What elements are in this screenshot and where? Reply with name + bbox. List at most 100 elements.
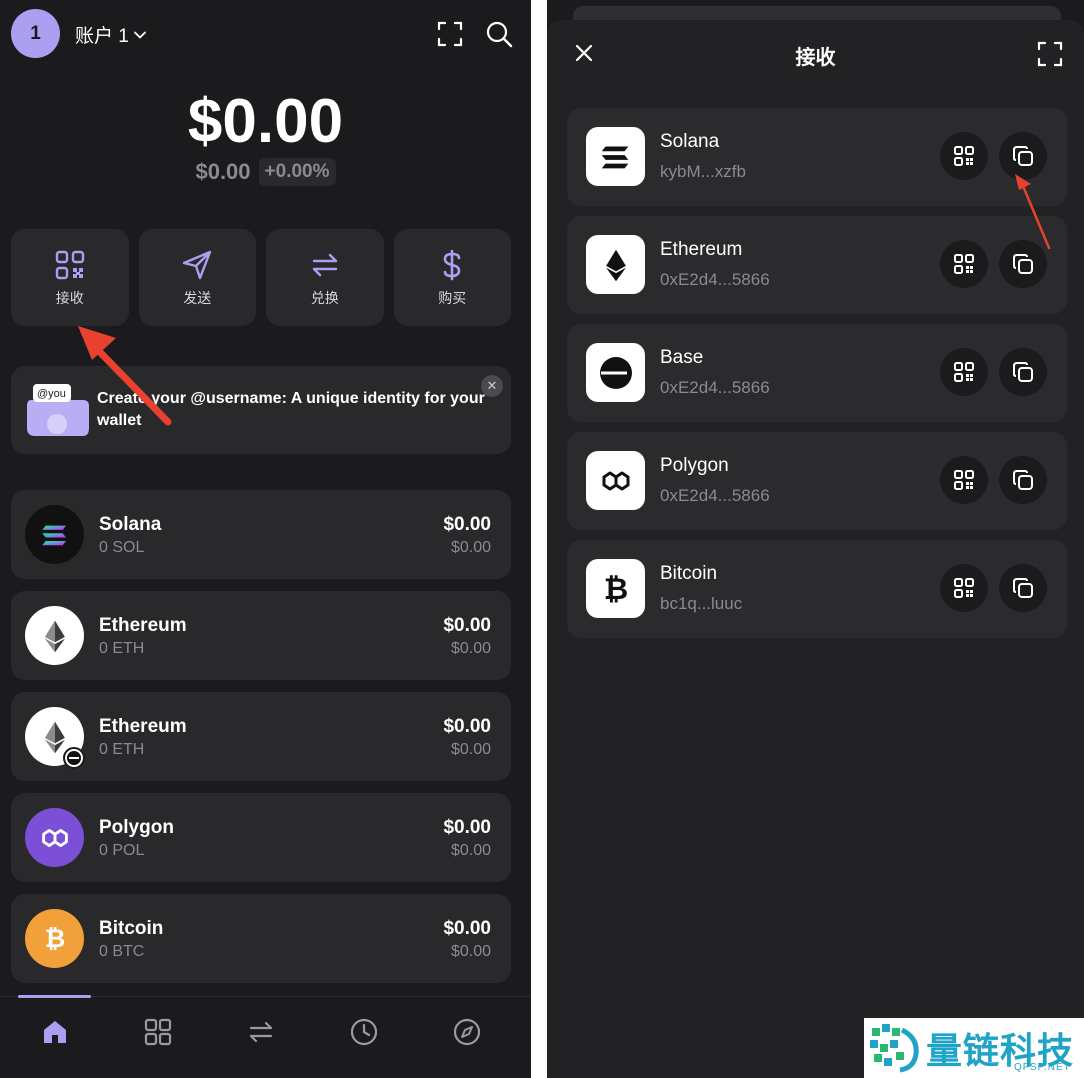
- svg-text:₿: ₿: [603, 572, 627, 607]
- banner-text: Create your @username: A unique identity…: [97, 390, 485, 429]
- send-label: 发送: [183, 289, 212, 306]
- base-icon: [586, 343, 645, 402]
- bottom-nav: [0, 995, 531, 1078]
- token-name: Polygon: [99, 817, 174, 838]
- copy-address-button[interactable]: [999, 132, 1047, 180]
- qr-icon: [954, 146, 974, 166]
- chain-name: Bitcoin: [660, 563, 718, 584]
- bitcoin-icon: ₿: [25, 909, 84, 968]
- copy-address-button[interactable]: [999, 240, 1047, 288]
- chain-name: Solana: [660, 131, 720, 152]
- token-value-sub: $0.00: [450, 640, 491, 657]
- page-title: 接收: [795, 47, 836, 69]
- receive-label: 接收: [55, 289, 84, 306]
- token-value-sub: $0.00: [450, 741, 491, 758]
- home-icon[interactable]: [40, 1017, 70, 1047]
- copy-icon: [1013, 578, 1033, 598]
- send-button[interactable]: 发送: [138, 229, 256, 326]
- balance-summary: $0.00 +0.00%: [0, 158, 531, 186]
- token-amount: 0 POL: [99, 842, 145, 859]
- wallet-header: 1 账户 1: [0, 0, 531, 70]
- token-name: Ethereum: [99, 615, 187, 636]
- swap-icon[interactable]: [246, 1017, 276, 1047]
- account-avatar[interactable]: 1: [11, 9, 60, 58]
- solana-icon: [586, 127, 645, 186]
- chain-name: Ethereum: [660, 239, 743, 260]
- token-list: Solana 0 SOL $0.00 $0.00 Ethereum 0 ETH …: [11, 490, 511, 995]
- dollar-icon: [443, 249, 461, 280]
- grid-icon[interactable]: [143, 1017, 173, 1047]
- show-qr-button[interactable]: [940, 348, 988, 396]
- compass-icon[interactable]: [452, 1017, 482, 1047]
- token-value: $0.00: [443, 716, 491, 737]
- copy-address-button[interactable]: [999, 348, 1047, 396]
- close-icon[interactable]: ✕: [481, 375, 503, 397]
- chain-name: Base: [660, 347, 704, 368]
- copy-icon: [1013, 254, 1033, 274]
- ethereum-icon: [25, 606, 84, 665]
- token-row-polygon[interactable]: Polygon 0 POL $0.00 $0.00: [11, 793, 511, 882]
- balance-change-badge: +0.00%: [258, 158, 336, 186]
- send-icon: [183, 250, 212, 279]
- token-row-ethereum-base[interactable]: Ethereum 0 ETH $0.00 $0.00: [11, 692, 511, 781]
- expand-icon[interactable]: [1036, 40, 1064, 68]
- quick-actions: 接收 发送 兑换 购买: [11, 229, 511, 326]
- bitcoin-icon: ₿: [586, 559, 645, 618]
- token-row-ethereum[interactable]: Ethereum 0 ETH $0.00 $0.00: [11, 591, 511, 680]
- qr-icon: [954, 254, 974, 274]
- swap-button[interactable]: 兑换: [266, 229, 384, 326]
- token-value-sub: $0.00: [450, 539, 491, 556]
- search-icon[interactable]: [485, 20, 513, 48]
- copy-icon: [1013, 362, 1033, 382]
- chain-address: kybM...xzfb: [660, 162, 746, 181]
- chain-address: 0xE2d4...5866: [660, 378, 770, 397]
- show-qr-button[interactable]: [940, 564, 988, 612]
- watermark-mark-icon: [870, 1024, 919, 1073]
- token-value: $0.00: [443, 514, 491, 535]
- screenshot-stage: 1 账户 1 $0.00 $0.00 +0.00% 接收 发送 兑换 购买 @y…: [0, 0, 1084, 1078]
- receive-screen: 接收 Solana kybM...xzfb Ethereum 0xE2d4...…: [547, 0, 1084, 1078]
- base-network-badge-icon: [63, 747, 85, 769]
- account-switcher[interactable]: 账户 1: [75, 21, 147, 48]
- chain-name: Polygon: [660, 455, 729, 476]
- qr-icon: [954, 362, 974, 382]
- token-amount: 0 SOL: [99, 539, 145, 556]
- token-value: $0.00: [443, 817, 491, 838]
- total-balance: $0.00: [187, 87, 344, 156]
- token-name: Bitcoin: [99, 918, 164, 939]
- receive-row-ethereum: Ethereum 0xE2d4...5866: [567, 216, 1067, 314]
- history-icon[interactable]: [349, 1017, 379, 1047]
- username-promo-banner[interactable]: @you Create your @username: A unique ide…: [11, 366, 511, 454]
- chain-address: bc1q...luuc: [660, 594, 743, 613]
- copy-icon: [1013, 470, 1033, 490]
- qr-icon: [954, 578, 974, 598]
- chain-address: 0xE2d4...5866: [660, 486, 770, 505]
- chevron-down-icon: [133, 31, 146, 38]
- token-amount: 0 ETH: [99, 741, 145, 758]
- show-qr-button[interactable]: [940, 456, 988, 504]
- account-label: 账户 1: [75, 26, 129, 47]
- token-amount: 0 ETH: [99, 640, 145, 657]
- show-qr-button[interactable]: [940, 240, 988, 288]
- receive-button[interactable]: 接收: [11, 229, 129, 326]
- svg-text:₿: ₿: [44, 924, 65, 953]
- ethereum-icon: [586, 235, 645, 294]
- token-value-sub: $0.00: [450, 842, 491, 859]
- copy-address-button[interactable]: [999, 456, 1047, 504]
- token-value-sub: $0.00: [450, 943, 491, 960]
- token-name: Ethereum: [99, 716, 187, 737]
- buy-button[interactable]: 购买: [393, 229, 511, 326]
- token-value: $0.00: [443, 615, 491, 636]
- show-qr-button[interactable]: [940, 132, 988, 180]
- chain-address: 0xE2d4...5866: [660, 270, 770, 289]
- qr-icon: [55, 250, 84, 279]
- buy-label: 购买: [438, 289, 467, 306]
- token-row-solana[interactable]: Solana 0 SOL $0.00 $0.00: [11, 490, 511, 579]
- watermark-logo: 量链科技 QFSP.NET: [864, 1018, 1084, 1078]
- svg-text:@you: @you: [37, 388, 66, 400]
- receive-row-polygon: Polygon 0xE2d4...5866: [567, 432, 1067, 530]
- receive-address-list: Solana kybM...xzfb Ethereum 0xE2d4...586…: [567, 108, 1067, 648]
- copy-address-button[interactable]: [999, 564, 1047, 612]
- expand-icon[interactable]: [436, 20, 464, 48]
- token-row-bitcoin[interactable]: ₿ Bitcoin 0 BTC $0.00 $0.00: [11, 894, 511, 983]
